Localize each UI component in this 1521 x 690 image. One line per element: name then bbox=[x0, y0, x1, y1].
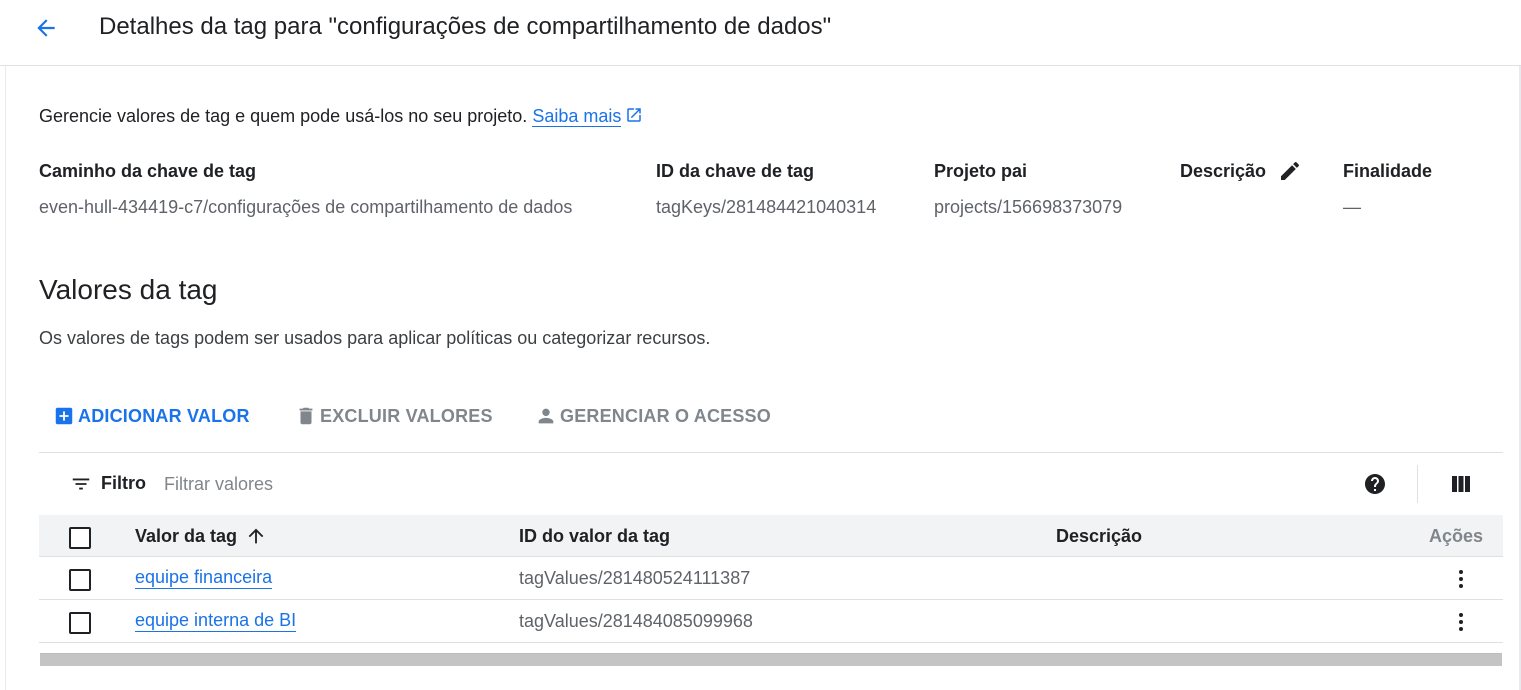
table-row: equipe financeira tagValues/281480524111… bbox=[39, 557, 1503, 600]
more-vert-icon[interactable] bbox=[1449, 609, 1473, 635]
table-header-row: Valor da tag ID do valor da tag Descriçã… bbox=[39, 515, 1503, 557]
column-header-actions: Ações bbox=[1429, 526, 1484, 546]
horizontal-scrollbar[interactable] bbox=[40, 653, 1502, 666]
tag-key-path-value: even-hull-434419-c7/configurações de com… bbox=[39, 197, 573, 217]
values-section-title: Valores da tag bbox=[39, 274, 218, 305]
values-section-description: Os valores de tags podem ser usados para… bbox=[39, 328, 711, 348]
intro-description: Gerencie valores de tag e quem pode usá-… bbox=[39, 106, 528, 126]
left-panel-edge bbox=[0, 66, 6, 690]
description-label: Descrição bbox=[1180, 161, 1267, 181]
select-all-checkbox[interactable] bbox=[69, 527, 91, 549]
toolbar-divider bbox=[1417, 465, 1418, 503]
row-checkbox[interactable] bbox=[69, 612, 91, 634]
page-title: Detalhes da tag para "configurações de c… bbox=[99, 13, 832, 40]
tag-key-path-label: Caminho da chave de tag bbox=[39, 161, 257, 181]
filter-list-icon bbox=[72, 478, 90, 490]
tag-value-link[interactable]: equipe financeira bbox=[135, 567, 273, 589]
row-checkbox[interactable] bbox=[69, 569, 91, 591]
tag-value-link[interactable]: equipe interna de BI bbox=[135, 610, 297, 632]
filter-label: Filtro bbox=[101, 473, 146, 493]
delete-values-label: EXCLUIR VALORES bbox=[320, 405, 493, 426]
add-value-label: ADICIONAR VALOR bbox=[78, 405, 250, 426]
edit-description-button[interactable] bbox=[1277, 158, 1303, 184]
purpose-value: — bbox=[1343, 197, 1361, 217]
tag-key-id-label: ID da chave de tag bbox=[656, 161, 815, 181]
tag-values-table: Filtro Valor da tag ID do valor da tag D… bbox=[39, 452, 1503, 643]
purpose-label: Finalidade bbox=[1343, 161, 1433, 181]
column-header-id[interactable]: ID do valor da tag bbox=[519, 526, 670, 547]
learn-more-link[interactable]: Saiba mais bbox=[532, 106, 622, 127]
back-button[interactable] bbox=[26, 12, 66, 44]
manage-access-button[interactable]: GERENCIAR O ACESSO bbox=[535, 400, 771, 432]
parent-project-label: Projeto pai bbox=[934, 161, 1028, 181]
learn-more-label: Saiba mais bbox=[532, 106, 622, 126]
trash-icon bbox=[299, 407, 313, 425]
column-header-value[interactable]: Valor da tag bbox=[135, 526, 237, 547]
parent-project-value: projects/156698373079 bbox=[934, 197, 1123, 217]
person-icon bbox=[538, 408, 554, 424]
tag-value-id: tagValues/281484085099968 bbox=[519, 611, 753, 631]
filter-bar: Filtro bbox=[39, 453, 1503, 515]
add-box-icon bbox=[55, 407, 73, 425]
column-header-description[interactable]: Descrição bbox=[1056, 526, 1142, 547]
tag-key-id-value: tagKeys/281484421040314 bbox=[656, 197, 877, 217]
more-vert-icon[interactable] bbox=[1449, 566, 1473, 592]
page-header: Detalhes da tag para "configurações de c… bbox=[0, 0, 1521, 66]
help-circle-icon[interactable] bbox=[1363, 472, 1387, 496]
table-row: equipe interna de BI tagValues/281484085… bbox=[39, 600, 1503, 643]
manage-access-label: GERENCIAR O ACESSO bbox=[560, 405, 771, 426]
filter-input[interactable] bbox=[164, 470, 764, 498]
tag-value-id: tagValues/281480524111387 bbox=[519, 568, 751, 588]
open-in-new-icon[interactable] bbox=[625, 106, 643, 124]
delete-values-button[interactable]: EXCLUIR VALORES bbox=[295, 400, 493, 432]
arrow-upward-icon[interactable] bbox=[245, 525, 267, 547]
view-columns-icon[interactable] bbox=[1449, 472, 1473, 496]
edit-pencil-icon bbox=[1281, 161, 1300, 180]
arrow-back-icon bbox=[37, 19, 55, 37]
add-value-button[interactable]: ADICIONAR VALOR bbox=[53, 400, 250, 432]
intro-text: Gerencie valores de tag e quem pode usá-… bbox=[39, 106, 643, 127]
